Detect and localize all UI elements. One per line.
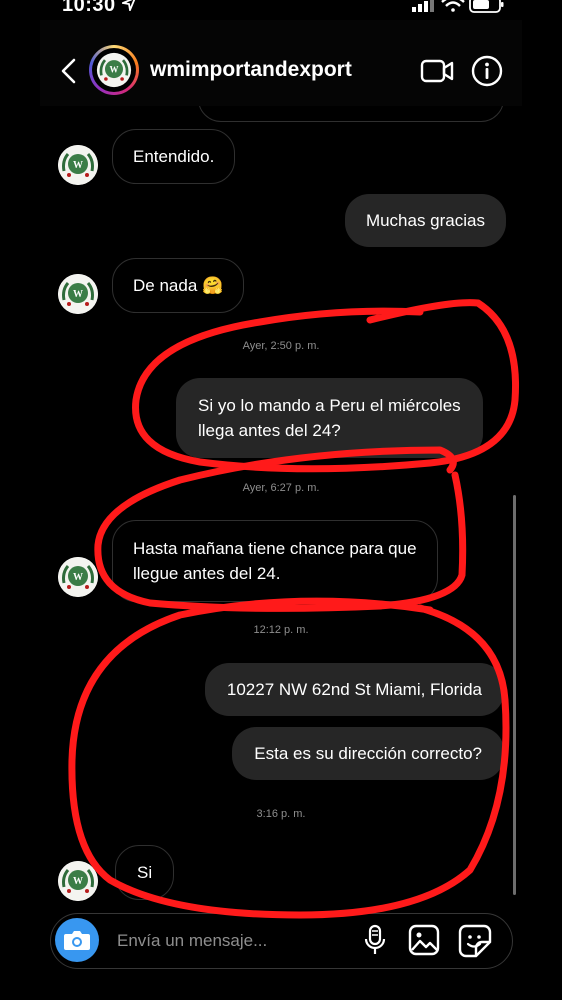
timestamp: Ayer, 2:50 p. m. (242, 340, 320, 352)
sender-avatar[interactable]: W (58, 274, 98, 314)
camera-icon (64, 931, 90, 950)
sender-avatar[interactable]: W (58, 861, 98, 901)
incoming-message[interactable]: Hasta mañana tiene chance para que llegu… (112, 520, 438, 602)
partial-message-bubble (198, 106, 504, 122)
message-input[interactable]: Envía un mensaje... (117, 931, 267, 951)
message-text-line: Hasta mañana tiene chance para que (133, 539, 417, 558)
gallery-icon[interactable] (408, 924, 440, 956)
message-text-line: Si yo lo mando a Peru el miércoles (198, 396, 461, 415)
wm-logo-icon: W (58, 145, 98, 185)
cellular-icon (412, 0, 434, 12)
wm-logo-icon: W (58, 557, 98, 597)
svg-text:W: W (110, 65, 119, 75)
microphone-icon[interactable] (362, 924, 388, 956)
message-text: 10227 NW 62nd St Miami, Florida (226, 680, 482, 699)
status-icons (412, 0, 504, 13)
outgoing-message[interactable]: 10227 NW 62nd St Miami, Florida (204, 663, 504, 716)
wm-logo-icon: W (58, 274, 98, 314)
svg-text:W: W (73, 572, 83, 583)
message-text: Si (137, 863, 153, 882)
sender-avatar[interactable]: W (58, 557, 98, 597)
status-bar: 10:30 (0, 0, 562, 20)
sticker-icon[interactable] (458, 924, 492, 958)
outgoing-message[interactable]: Esta es su dirección correcto? (232, 727, 504, 780)
timestamp: 12:12 p. m. (253, 624, 309, 636)
message-text: Esta es su dirección correcto? (254, 744, 482, 763)
wifi-icon (441, 0, 465, 12)
message-text: Muchas gracias (365, 211, 485, 230)
message-text: De nada 🤗 (133, 276, 224, 295)
outgoing-message[interactable]: Si yo lo mando a Peru el miércoles llega… (176, 378, 483, 458)
message-text-line: llegue antes del 24. (133, 564, 281, 583)
outgoing-message[interactable]: Muchas gracias (344, 194, 506, 247)
header-avatar[interactable]: W (89, 45, 139, 95)
incoming-message[interactable]: De nada 🤗 (112, 258, 245, 313)
camera-button[interactable] (55, 918, 99, 962)
back-chevron-icon[interactable] (56, 56, 84, 86)
status-time: 10:30 (62, 0, 116, 16)
message-thread[interactable]: W Entendido. Muchas gracias W De nada 🤗 … (40, 106, 522, 906)
svg-text:W: W (73, 289, 83, 300)
battery-icon (469, 0, 504, 13)
message-text-line: llega antes del 24? (198, 421, 341, 440)
incoming-message[interactable]: Entendido. (112, 129, 236, 184)
location-arrow-icon (122, 0, 136, 11)
scrollbar-thumb[interactable] (513, 495, 516, 895)
svg-text:W: W (73, 876, 83, 887)
timestamp: Ayer, 6:27 p. m. (242, 482, 320, 494)
chat-username[interactable]: wmimportandexport (150, 58, 352, 82)
svg-text:W: W (73, 160, 83, 171)
sender-avatar[interactable]: W (58, 145, 98, 185)
wm-logo-icon: W (58, 861, 98, 901)
message-text: Entendido. (133, 147, 215, 166)
timestamp: 3:16 p. m. (256, 808, 306, 820)
video-call-icon[interactable] (420, 57, 454, 85)
info-icon[interactable] (471, 55, 503, 87)
incoming-message[interactable]: Si (115, 845, 175, 900)
wm-logo-icon: W (96, 52, 132, 88)
